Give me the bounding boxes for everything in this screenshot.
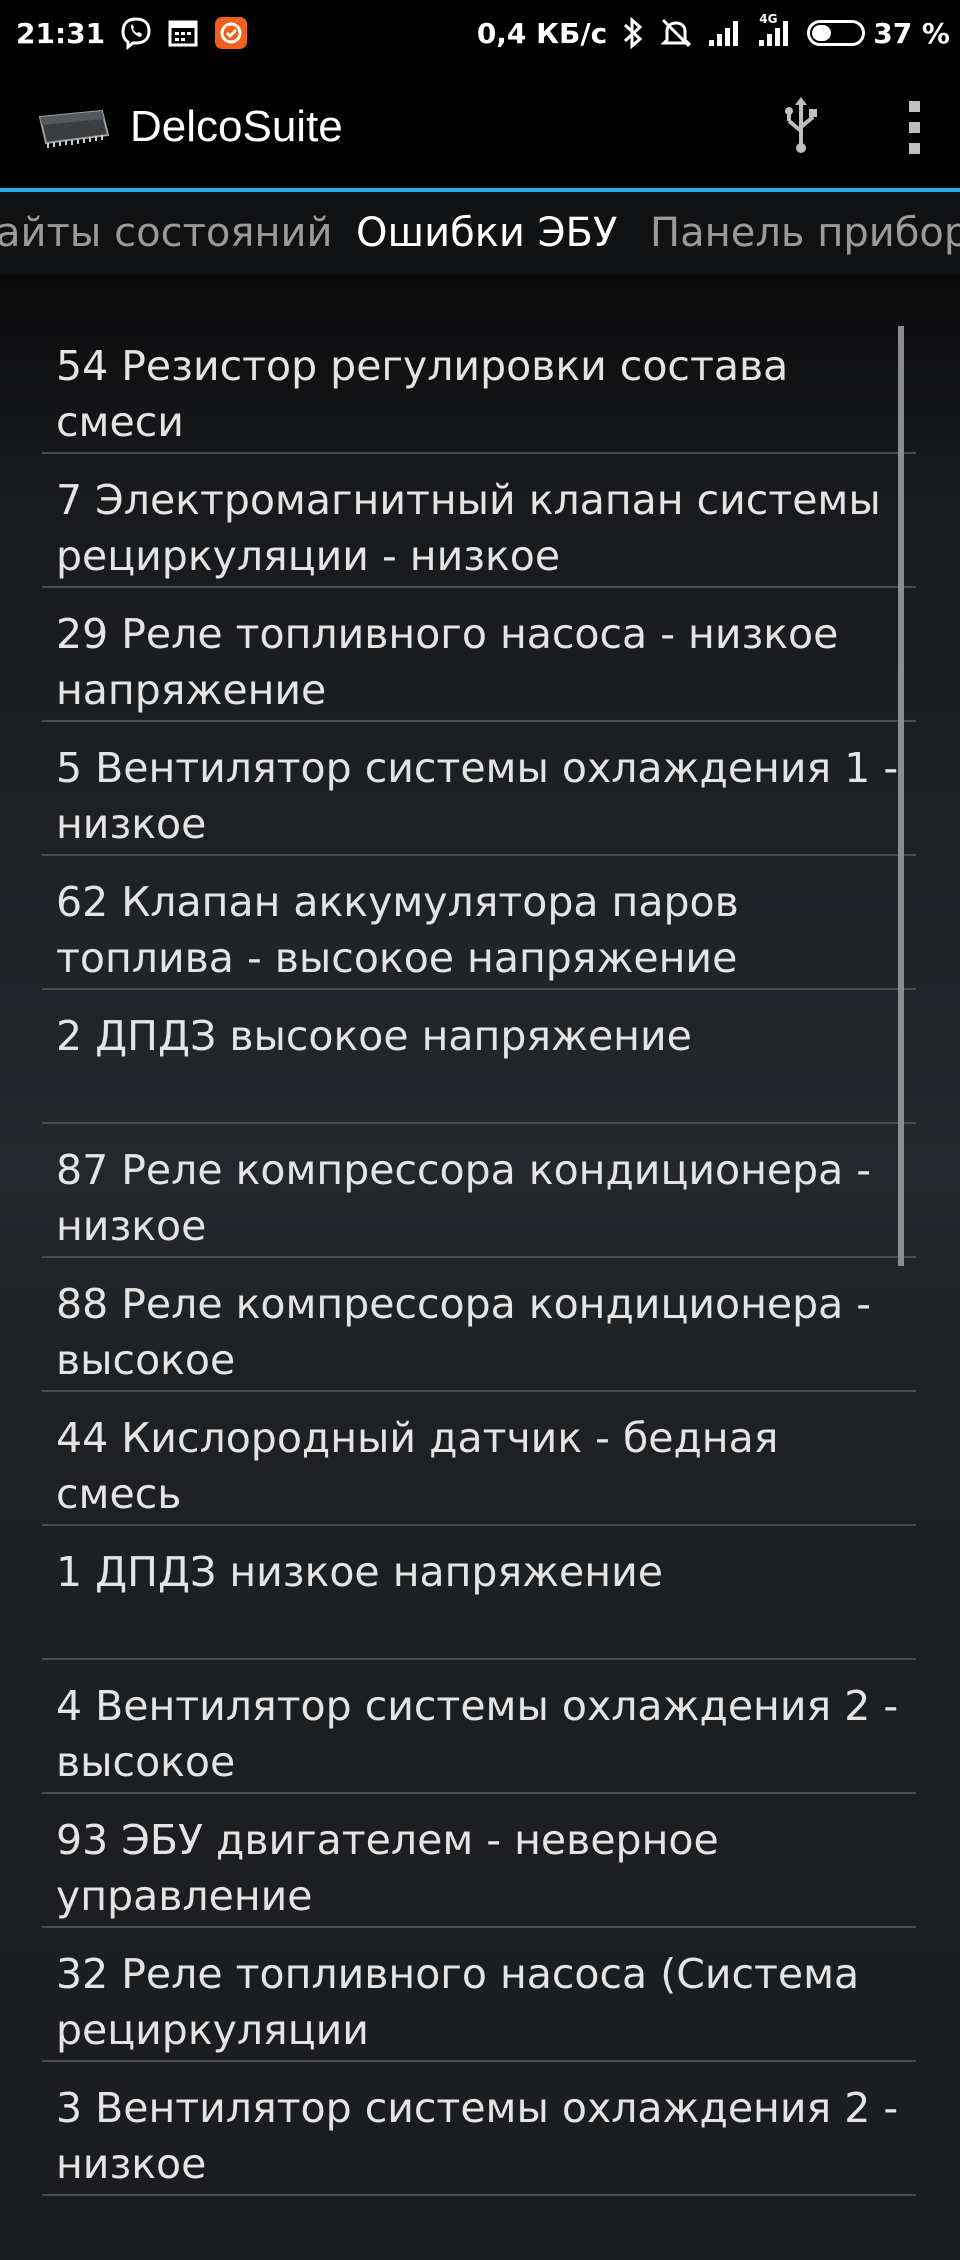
status-time: 21:31 (16, 16, 106, 50)
battery-icon (807, 20, 866, 46)
scrollbar[interactable] (898, 326, 904, 1266)
list-item[interactable]: 88 Реле компрессора кондиционера - высок… (42, 1258, 916, 1392)
signal-icon (707, 18, 743, 48)
list-item[interactable]: 3 Вентилятор системы охлаждения 2 - низк… (42, 2062, 916, 2196)
app-title: DelcoSuite (130, 102, 343, 151)
list-item[interactable]: 44 Кислородный датчик - бедная смесь (42, 1392, 916, 1526)
status-bar: 21:31 0,4 КБ/с 4G 37 % (0, 0, 960, 66)
more-vert-icon[interactable] (909, 100, 920, 154)
mute-icon (659, 16, 693, 50)
battery-indicator: 37 % (807, 17, 950, 50)
viber-icon (119, 16, 153, 50)
error-list-panel: 54 Резистор регулировки состава смеси 7 … (0, 274, 960, 2260)
tab-strip: айты состояний Ошибки ЭБУ Панель приборо (0, 192, 960, 274)
usb-icon[interactable] (783, 97, 819, 157)
network-type: 4G (759, 12, 778, 26)
list-item[interactable]: 29 Реле топливного насоса - низкое напря… (42, 588, 916, 722)
list-item[interactable]: 87 Реле компрессора кондиционера - низко… (42, 1124, 916, 1258)
list-item[interactable]: 32 Реле топливного насоса (Система рецир… (42, 1928, 916, 2062)
battery-fill (812, 25, 832, 41)
chip-icon (32, 102, 112, 152)
list-item[interactable]: 93 ЭБУ двигателем - неверное управление (42, 1794, 916, 1928)
list-item[interactable]: 7 Электромагнитный клапан системы рецирк… (42, 454, 916, 588)
bluetooth-icon (621, 16, 645, 50)
app-notification-icon (213, 15, 249, 51)
signal-4g-icon: 4G (757, 12, 793, 48)
tab-instrument-panel[interactable]: Панель приборо (650, 210, 960, 256)
calendar-icon (167, 17, 199, 49)
network-speed: 0,4 КБ/с (476, 16, 608, 50)
list-item[interactable]: 1 ДПДЗ низкое напряжение (42, 1526, 916, 1660)
list-item[interactable]: 2 ДПДЗ высокое напряжение (42, 990, 916, 1124)
error-list[interactable]: 54 Резистор регулировки состава смеси 7 … (42, 320, 916, 2196)
list-item[interactable]: 62 Клапан аккумулятора паров топлива - в… (42, 856, 916, 990)
tab-ecu-errors[interactable]: Ошибки ЭБУ (356, 210, 617, 256)
list-item[interactable]: 4 Вентилятор системы охлаждения 2 - высо… (42, 1660, 916, 1794)
battery-percent: 37 % (873, 16, 950, 50)
app-bar: DelcoSuite (0, 66, 960, 192)
list-item[interactable]: 54 Резистор регулировки состава смеси (42, 320, 916, 454)
list-item[interactable]: 5 Вентилятор системы охлаждения 1 - низк… (42, 722, 916, 856)
tab-status-bytes[interactable]: айты состояний (0, 210, 333, 256)
